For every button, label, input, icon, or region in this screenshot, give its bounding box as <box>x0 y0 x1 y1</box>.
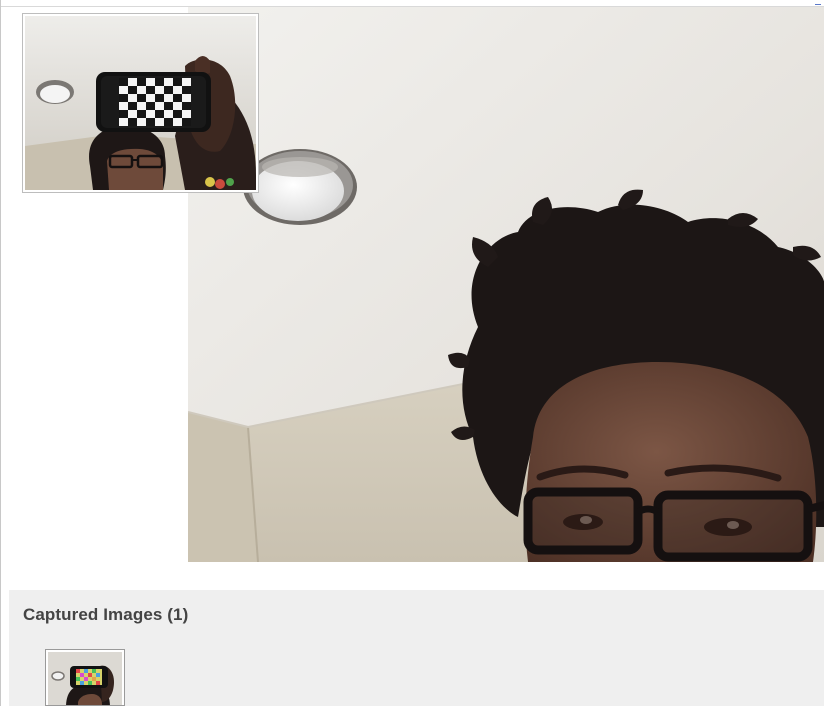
camera-capture-page: Captured Images (1) <box>0 0 824 706</box>
captured-image-1 <box>48 652 122 705</box>
self-preview-frame <box>25 16 256 190</box>
top-edge-bar <box>1 0 824 7</box>
main-camera-feed[interactable] <box>188 7 824 562</box>
corner-link-fragment[interactable] <box>815 0 821 5</box>
main-camera-frame <box>188 7 824 562</box>
captured-image-thumbnail[interactable] <box>45 649 125 706</box>
self-preview-video <box>23 14 258 192</box>
captured-images-heading: Captured Images (1) <box>23 605 189 624</box>
captured-images-panel: Captured Images (1) <box>9 590 824 706</box>
